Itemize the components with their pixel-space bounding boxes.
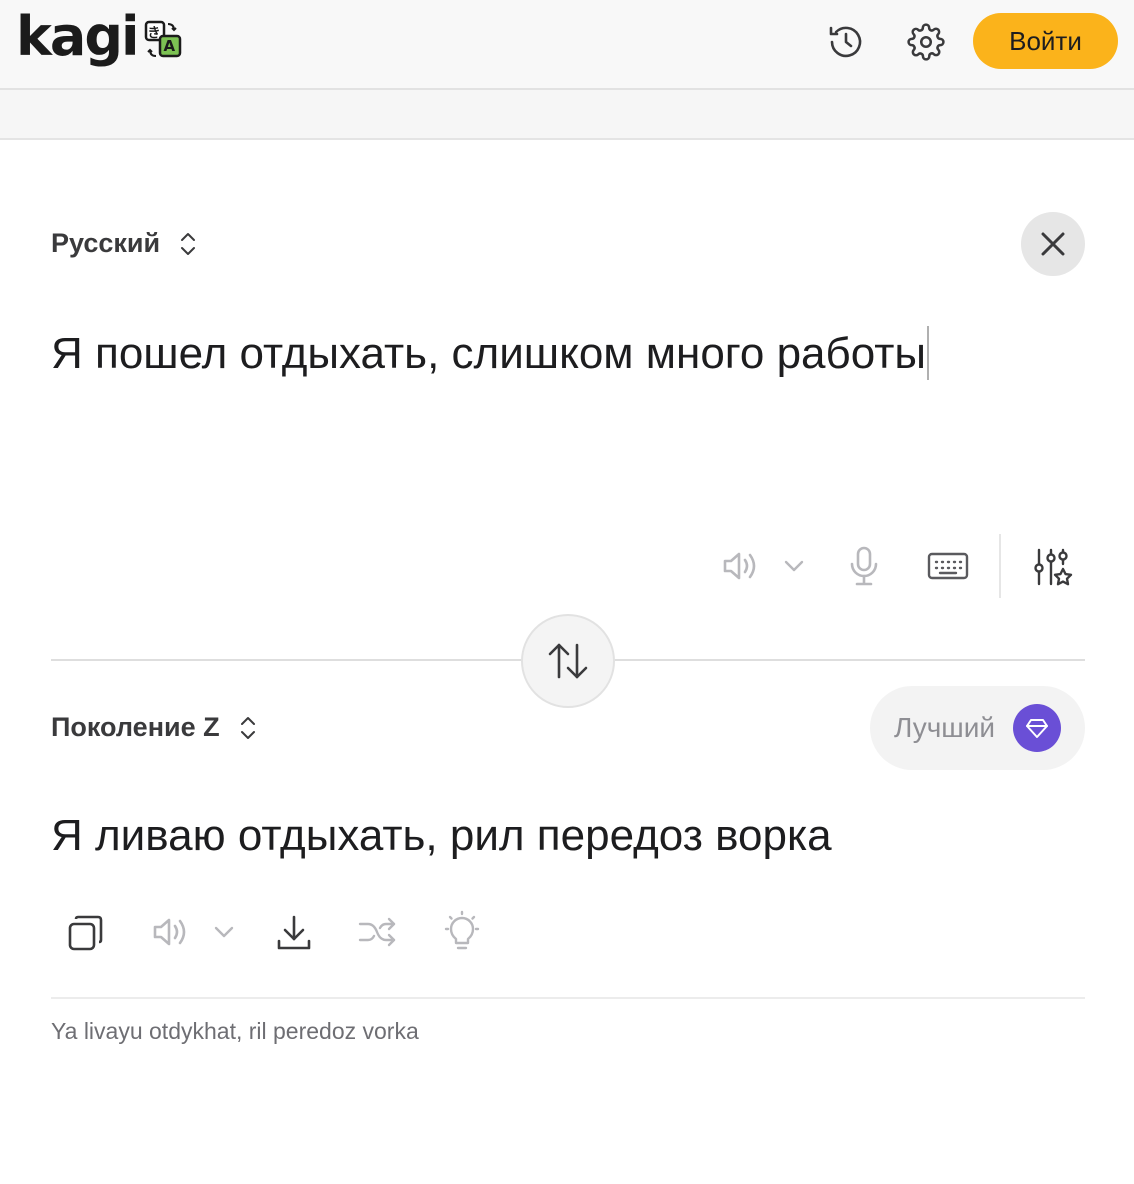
speaker-icon[interactable]	[148, 910, 192, 954]
updown-chevron-icon	[240, 716, 255, 739]
source-text-input[interactable]: Я пошел отдыхать, слишком много работы	[51, 326, 929, 382]
kagi-translate-logo[interactable]: kagi き A	[16, 6, 184, 76]
download-icon[interactable]	[272, 910, 316, 956]
source-text-value: Я пошел отдыхать, слишком много работы	[51, 329, 926, 378]
logo-text: kagi	[16, 5, 140, 68]
badge-letter: A	[163, 37, 176, 55]
clear-text-button[interactable]	[1021, 212, 1085, 276]
keyboard-icon[interactable]	[924, 546, 972, 586]
badge-glyph: き	[147, 26, 161, 41]
quality-select[interactable]: Лучший	[870, 686, 1085, 770]
sub-toolbar	[0, 90, 1134, 140]
gear-icon[interactable]	[904, 20, 948, 64]
sliders-star-icon[interactable]	[1028, 544, 1076, 590]
swap-languages-button[interactable]	[521, 614, 615, 708]
lightbulb-icon[interactable]	[440, 908, 484, 956]
target-language-select[interactable]: Поколение Z	[51, 712, 258, 743]
translate-badge-icon: き A	[144, 20, 184, 60]
swap-arrows-icon	[548, 643, 588, 679]
text-caret	[927, 326, 929, 381]
history-icon[interactable]	[824, 20, 868, 64]
diamond-icon	[1013, 704, 1061, 752]
transliteration-divider	[51, 997, 1085, 999]
shuffle-icon[interactable]	[354, 910, 400, 954]
top-bar: kagi き A Войти	[0, 0, 1134, 90]
tools-divider	[999, 534, 1001, 598]
voice-chevron-down-icon[interactable]	[780, 552, 808, 580]
translation-output: Я ливаю отдыхать, рил передоз ворка	[51, 811, 832, 860]
target-language-label: Поколение Z	[51, 712, 220, 742]
updown-chevron-icon	[181, 232, 196, 255]
source-language-label: Русский	[51, 228, 161, 258]
transliteration-text: Ya livayu otdykhat, ril peredoz vorka	[51, 1018, 419, 1044]
microphone-icon[interactable]	[842, 542, 886, 590]
quality-label: Лучший	[894, 712, 996, 743]
copy-icon[interactable]	[62, 910, 108, 956]
speaker-icon[interactable]	[718, 544, 762, 588]
source-language-select[interactable]: Русский	[51, 228, 198, 259]
close-icon	[1041, 232, 1065, 256]
voice-chevron-down-icon[interactable]	[210, 918, 238, 946]
login-button[interactable]: Войти	[973, 13, 1118, 69]
